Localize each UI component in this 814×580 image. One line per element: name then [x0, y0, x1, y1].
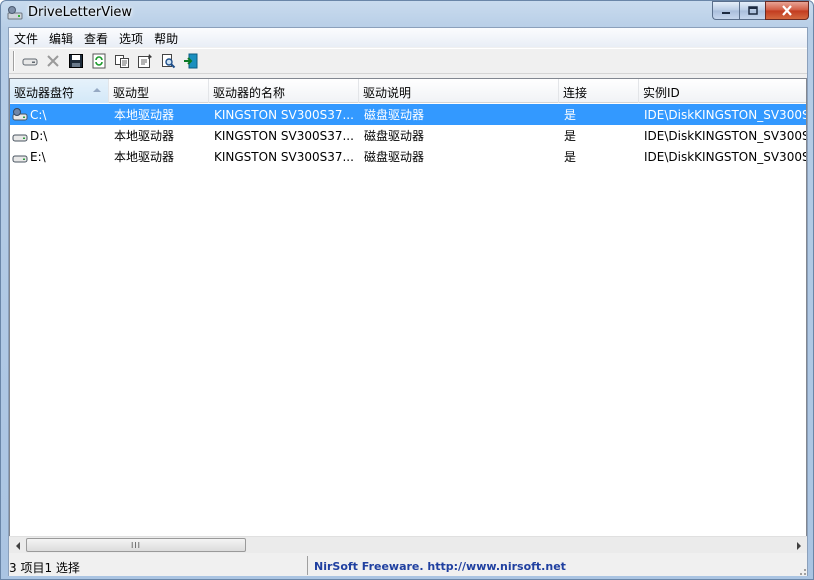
app-drive-icon[interactable] [7, 5, 23, 21]
drive-icon [22, 58, 37, 66]
cell-drive-name: KINGSTON SV300S37... [214, 107, 354, 122]
minimize-icon [722, 11, 730, 14]
size-grip-icon[interactable] [795, 564, 807, 576]
cell-connected: 是 [564, 129, 577, 143]
arrow-left-icon [15, 541, 20, 550]
cell-drive-letter: E:\ [30, 149, 46, 164]
cell-drive-name: KINGSTON SV300S37... [214, 149, 354, 164]
exit-icon [183, 53, 197, 69]
close-button[interactable] [765, 1, 809, 20]
cell-drive-letter: D:\ [30, 128, 48, 143]
menu-help[interactable]: 帮助 [149, 28, 184, 47]
cell-drive-type: 本地驱动器 [114, 150, 175, 164]
column-label: 驱动器盘符 [14, 86, 75, 100]
menu-file[interactable]: 文件 [9, 28, 44, 47]
table-row[interactable]: C:\ 本地驱动器 KINGSTON SV300S37... 磁盘驱动器 是 I… [10, 104, 807, 125]
toolbar [9, 48, 807, 74]
menu-bar: 文件 编辑 查看 选项 帮助 [9, 28, 807, 47]
toolbar-drive-button[interactable] [18, 50, 41, 72]
sort-ascending-icon [93, 88, 101, 92]
column-header-drive-letter[interactable]: 驱动器盘符 [10, 79, 109, 103]
menu-options[interactable]: 选项 [114, 28, 149, 47]
cell-instance-id: IDE\DiskKINGSTON_SV300S3 [644, 128, 807, 143]
status-credit-link[interactable]: NirSoft Freeware. http://www.nirsoft.net [308, 559, 566, 573]
drive-list[interactable]: 驱动器盘符 驱动型 驱动器的名称 驱动说明 连接 实例ID C:\ 本地驱动器 … [9, 78, 807, 553]
cell-description: 磁盘驱动器 [364, 150, 425, 164]
caption-buttons [712, 1, 809, 20]
toolbar-refresh-button[interactable] [87, 50, 110, 72]
scroll-thumb[interactable]: III [26, 538, 246, 552]
delete-x-icon [46, 55, 59, 67]
menu-edit[interactable]: 编辑 [44, 28, 79, 47]
cell-connected: 是 [564, 108, 577, 122]
scroll-grip: III [130, 540, 142, 550]
drive-icon [12, 150, 28, 164]
toolbar-exit-button[interactable] [179, 50, 202, 72]
list-header: 驱动器盘符 驱动型 驱动器的名称 驱动说明 连接 实例ID [10, 79, 806, 103]
copy-icon [114, 55, 129, 68]
find-icon [161, 54, 175, 69]
cell-drive-type: 本地驱动器 [114, 129, 175, 143]
toolbar-properties-button[interactable] [133, 50, 156, 72]
drive-icon [12, 129, 28, 143]
maximize-icon [747, 5, 758, 15]
horizontal-scrollbar[interactable]: III [9, 536, 807, 553]
toolbar-copy-button[interactable] [110, 50, 133, 72]
column-header-instance-id[interactable]: 实例ID [639, 79, 806, 103]
scroll-right-button[interactable] [790, 537, 807, 554]
cell-drive-name: KINGSTON SV300S37... [214, 128, 354, 143]
list-rows: C:\ 本地驱动器 KINGSTON SV300S37... 磁盘驱动器 是 I… [10, 104, 807, 167]
cell-drive-type: 本地驱动器 [114, 108, 175, 122]
toolbar-delete-button[interactable] [41, 50, 64, 72]
minimize-button[interactable] [712, 1, 739, 20]
refresh-icon [92, 53, 105, 69]
menu-view[interactable]: 查看 [79, 28, 114, 47]
toolbar-find-button[interactable] [156, 50, 179, 72]
cell-instance-id: IDE\DiskKINGSTON_SV300S3 [644, 107, 807, 122]
scroll-left-button[interactable] [9, 537, 26, 554]
properties-icon [137, 54, 152, 68]
cell-connected: 是 [564, 150, 577, 164]
column-header-description[interactable]: 驱动说明 [359, 79, 559, 103]
close-icon [782, 5, 792, 16]
column-header-drive-type[interactable]: 驱动型 [109, 79, 209, 103]
cell-instance-id: IDE\DiskKINGSTON_SV300S3 [644, 149, 807, 164]
cell-description: 磁盘驱动器 [364, 129, 425, 143]
column-header-drive-name[interactable]: 驱动器的名称 [209, 79, 359, 103]
cell-description: 磁盘驱动器 [364, 108, 425, 122]
client-area: 文件 编辑 查看 选项 帮助 驱动器盘符 驱动型 驱动器的名称 驱动说明 连接 … [8, 27, 808, 576]
cell-drive-letter: C:\ [30, 107, 47, 122]
window-title: DriveLetterView [28, 5, 133, 20]
system-drive-icon [12, 107, 28, 122]
app-window: DriveLetterView 文件 编辑 查看 选项 帮助 驱动器盘符 驱动型… [0, 0, 814, 580]
toolbar-save-button[interactable] [64, 50, 87, 72]
status-item-count: 3 项目1 选择 [9, 556, 308, 575]
table-row[interactable]: E:\ 本地驱动器 KINGSTON SV300S37... 磁盘驱动器 是 I… [10, 146, 807, 167]
save-icon [68, 54, 83, 68]
title-bar[interactable]: DriveLetterView [1, 1, 813, 27]
column-header-connected[interactable]: 连接 [559, 79, 639, 103]
toolbar-separator [13, 51, 15, 71]
maximize-button[interactable] [739, 1, 765, 20]
arrow-right-icon [796, 541, 801, 550]
status-bar: 3 项目1 选择 NirSoft Freeware. http://www.ni… [9, 555, 807, 576]
table-row[interactable]: D:\ 本地驱动器 KINGSTON SV300S37... 磁盘驱动器 是 I… [10, 125, 807, 146]
